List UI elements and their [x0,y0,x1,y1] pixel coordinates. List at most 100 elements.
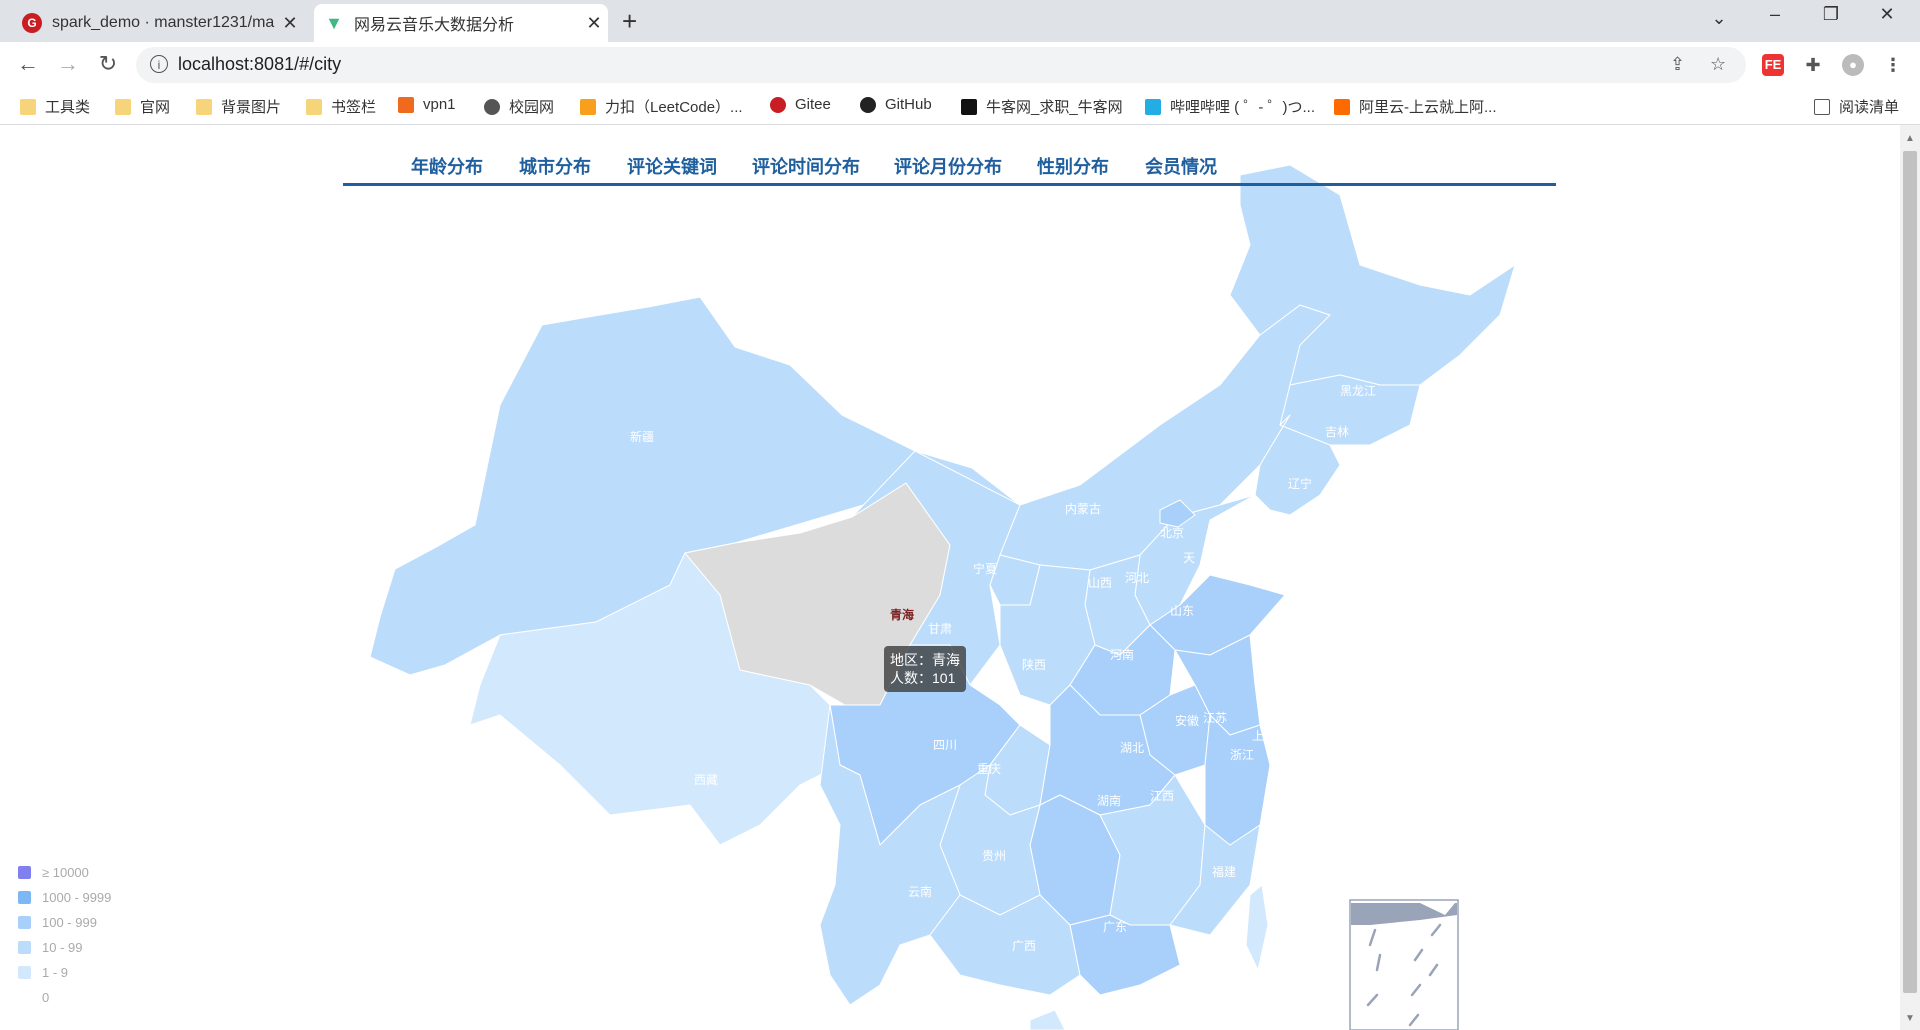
legend-swatch [18,891,31,904]
label-henan: 河南 [1110,647,1134,662]
folder-icon [196,98,212,115]
label-shanghai: 上 [1252,729,1264,743]
profile-icon[interactable]: ● [1842,54,1864,76]
gitee-icon: G [22,13,42,33]
legend-label: ≥ 10000 [42,865,89,880]
tooltip-count: 人数：101 [890,670,956,686]
tab-search-icon[interactable]: ⌄ [1696,8,1742,29]
github-icon [860,96,876,113]
label-neimenggu: 内蒙古 [1065,501,1101,516]
tab-netease-analysis[interactable]: ▼ 网易云音乐大数据分析 ✕ [314,4,608,42]
nav-age[interactable]: 年龄分布 [411,153,483,179]
bookmark-folder[interactable]: 背景图片 [196,96,281,117]
bookmark-label: 校园网 [509,99,555,116]
nav-city[interactable]: 城市分布 [519,153,591,179]
south-china-sea-inset [1349,899,1459,1030]
bookmark-label: 牛客网_求职_牛客网 [986,99,1123,116]
bookmark-link[interactable]: 牛客网_求职_牛客网 [961,96,1123,117]
label-chongqing: 重庆 [977,762,1001,776]
bookmark-label: 阿里云-上云就上阿... [1359,99,1497,116]
new-tab-button[interactable]: + [622,6,637,37]
maximize-button[interactable]: ❐ [1808,4,1854,25]
scroll-up-icon[interactable]: ▲ [1905,133,1915,144]
label-qinghai: 青海 [890,607,914,622]
nav-gender[interactable]: 性别分布 [1037,153,1109,179]
close-tab-icon[interactable]: ✕ [580,13,608,34]
globe-icon [484,98,500,115]
bookmark-folder[interactable]: 书签栏 [306,96,376,117]
label-zhejiang: 浙江 [1230,748,1254,762]
close-tab-icon[interactable]: ✕ [276,13,304,34]
tab-title: 网易云音乐大数据分析 [354,17,515,34]
label-gansu: 甘肃 [928,622,952,636]
bookmark-label: 阅读清单 [1839,99,1900,116]
legend-label: 1000 - 9999 [42,890,112,905]
legend-item[interactable]: ≥ 10000 [18,860,111,885]
bookmark-link[interactable]: vpn1 [398,96,456,113]
folder-icon [115,98,131,115]
tab-spark-demo[interactable]: G spark_demo · manster1231/ma ✕ [12,4,304,42]
address-bar[interactable]: i localhost:8081/#/city ⇪ ☆ [136,47,1746,83]
legend-item[interactable]: 0 [18,985,111,1010]
back-icon[interactable]: ← [12,51,44,77]
legend-swatch [18,866,31,879]
chart-nav: 年龄分布 城市分布 评论关键词 评论时间分布 评论月份分布 性别分布 会员情况 [343,153,1556,186]
label-jiangxi: 江西 [1150,789,1174,803]
bookmark-label: 背景图片 [221,99,282,116]
nav-membership[interactable]: 会员情况 [1145,153,1217,179]
nav-comment-time[interactable]: 评论时间分布 [752,153,860,179]
site-info-icon[interactable]: i [150,55,168,73]
label-guizhou: 贵州 [982,849,1006,863]
bookmark-label: 工具类 [45,99,91,116]
extensions-icon[interactable]: ✚ [1802,54,1824,76]
legend-label: 100 - 999 [42,915,97,930]
bookmark-label: 哔哩哔哩 ( ゜- ゜)つ... [1170,99,1315,116]
close-window-button[interactable]: ✕ [1864,4,1910,25]
page-content: 新疆 西藏 青海 甘肃 内蒙古 黑龙江 吉林 辽宁 北京 天 河北 山西 宁夏 … [0,125,1900,1030]
bookmark-link[interactable]: GitHub [860,96,932,113]
gitee-icon [770,96,786,113]
bookmark-folder[interactable]: 官网 [115,96,170,117]
legend-label: 10 - 99 [42,940,83,955]
legend-label: 1 - 9 [42,965,69,980]
share-icon[interactable]: ⇪ [1670,54,1685,75]
minimize-button[interactable]: – [1752,4,1798,25]
nav-comment-month[interactable]: 评论月份分布 [894,153,1002,179]
label-xinjiang: 新疆 [630,429,654,444]
bookmark-star-icon[interactable]: ☆ [1710,54,1726,75]
scroll-down-icon[interactable]: ▼ [1905,1013,1915,1024]
reading-list[interactable]: 阅读清单 [1814,96,1899,117]
label-ningxia: 宁夏 [973,561,997,576]
legend-item[interactable]: 100 - 999 [18,910,111,935]
legend-item[interactable]: 1 - 9 [18,960,111,985]
forward-icon[interactable]: → [52,51,84,77]
legend-item[interactable]: 1000 - 9999 [18,885,111,910]
vertical-scrollbar[interactable]: ▲ ▼ [1900,125,1920,1030]
scrollbar-thumb[interactable] [1903,151,1917,993]
fehelper-icon[interactable]: FE [1762,54,1784,76]
nav-comment-keywords[interactable]: 评论关键词 [627,153,717,179]
bookmark-link[interactable]: 校园网 [484,96,554,117]
legend-item[interactable]: 10 - 99 [18,935,111,960]
label-xizang: 西藏 [694,773,718,787]
label-shanxi: 山西 [1088,576,1112,590]
visual-map-legend: ≥ 10000 1000 - 9999 100 - 999 10 - 99 1 … [18,860,111,1010]
region-hainan[interactable] [1029,1009,1066,1030]
label-hunan: 湖南 [1097,793,1121,808]
address-url[interactable]: localhost:8081/#/city [178,54,341,75]
legend-swatch [18,916,31,929]
bookmark-folder[interactable]: 工具类 [20,96,90,117]
bookmark-link[interactable]: 哔哩哔哩 ( ゜- ゜)つ... [1145,96,1315,117]
label-jiangsu: 江苏 [1203,711,1227,725]
bookmark-link[interactable]: Gitee [770,96,831,113]
tab-title: spark_demo · manster1231/ma [52,14,275,31]
label-yunnan: 云南 [908,884,932,899]
menu-icon[interactable]: ⋮ [1882,54,1904,76]
region-taiwan[interactable] [1245,884,1269,971]
label-anhui: 安徽 [1175,713,1199,728]
legend-swatch [18,966,31,979]
bookmark-link[interactable]: 力扣（LeetCode）... [580,96,743,117]
bookmark-link[interactable]: 阿里云-上云就上阿... [1334,96,1497,117]
bookmark-label: vpn1 [423,96,456,113]
reload-icon[interactable]: ↻ [92,51,124,77]
